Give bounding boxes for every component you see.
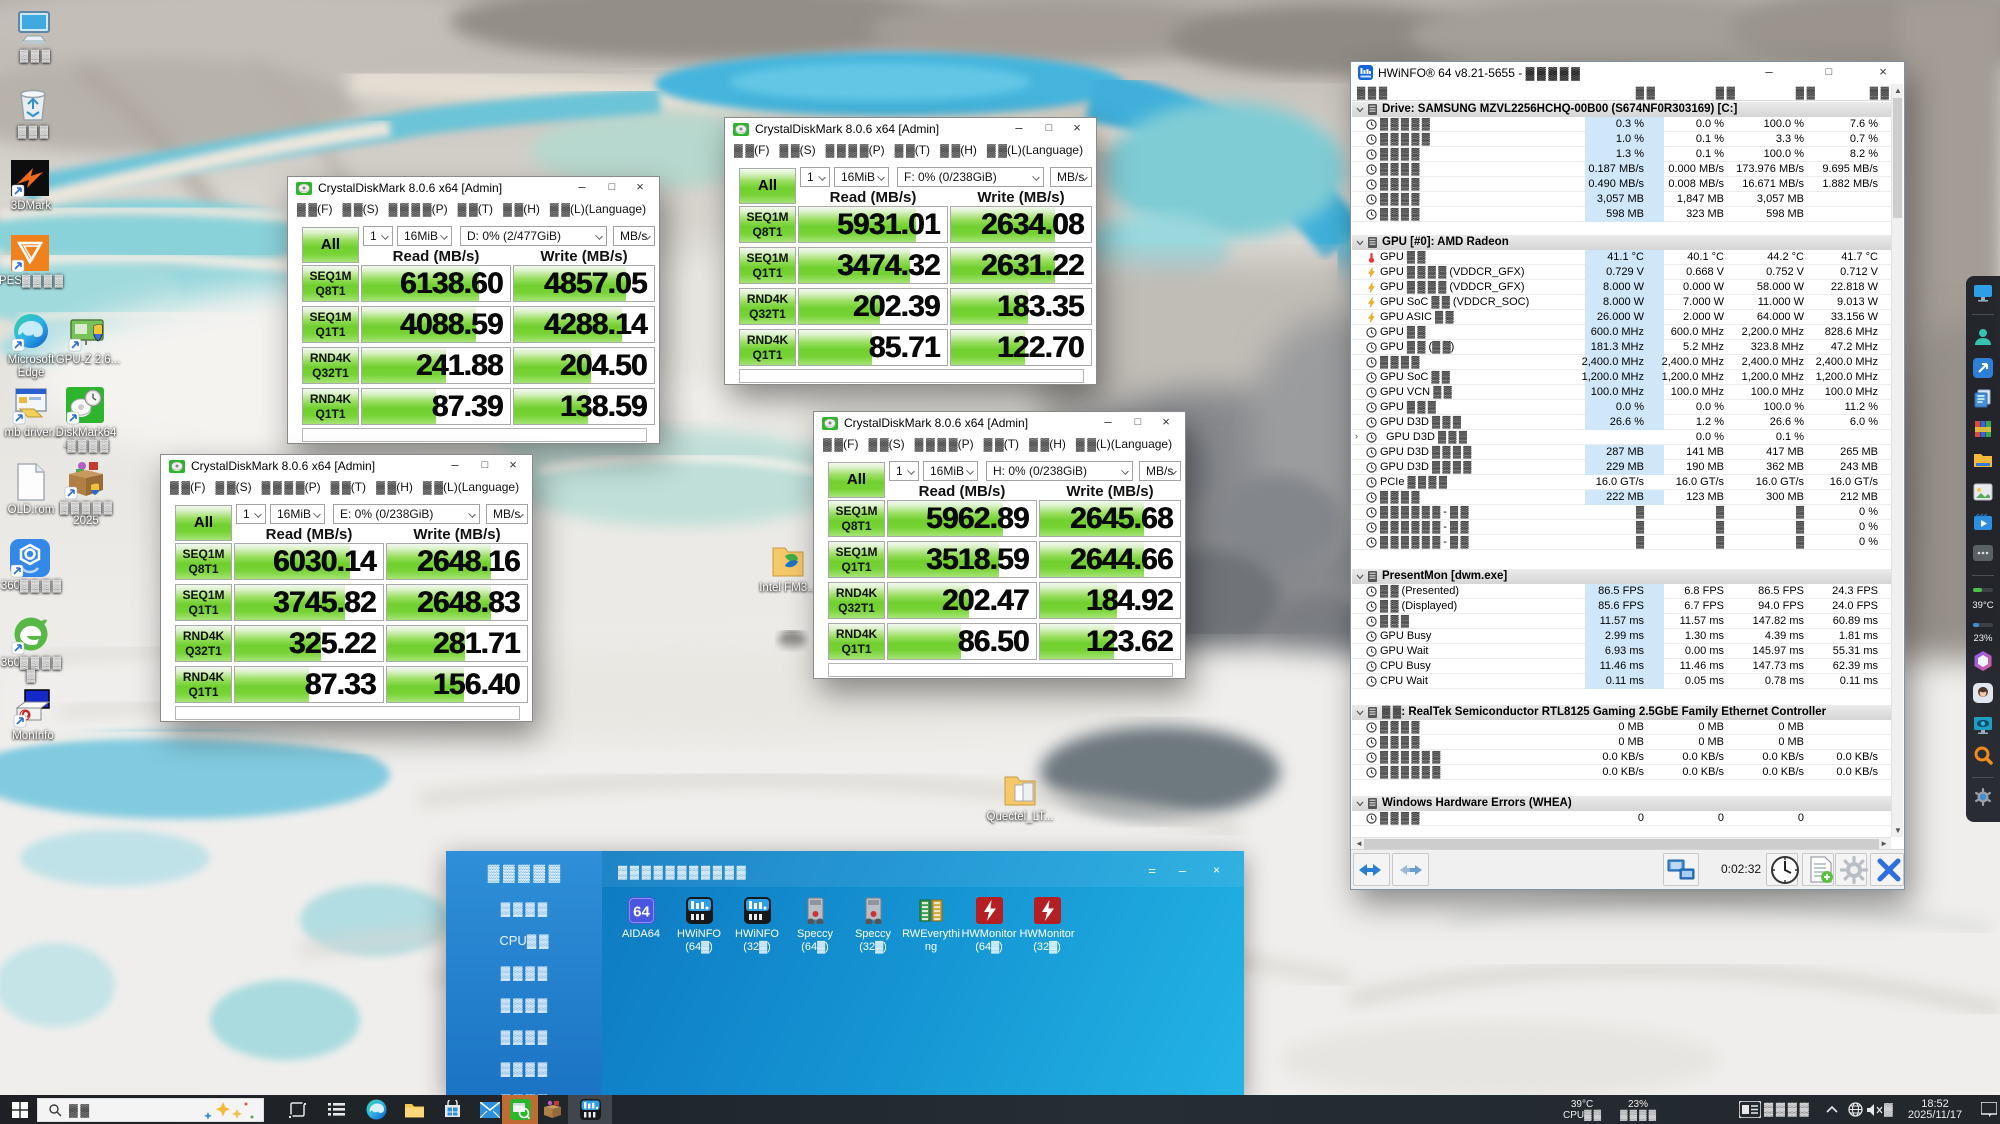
svg-text:64: 64 [633,904,650,921]
